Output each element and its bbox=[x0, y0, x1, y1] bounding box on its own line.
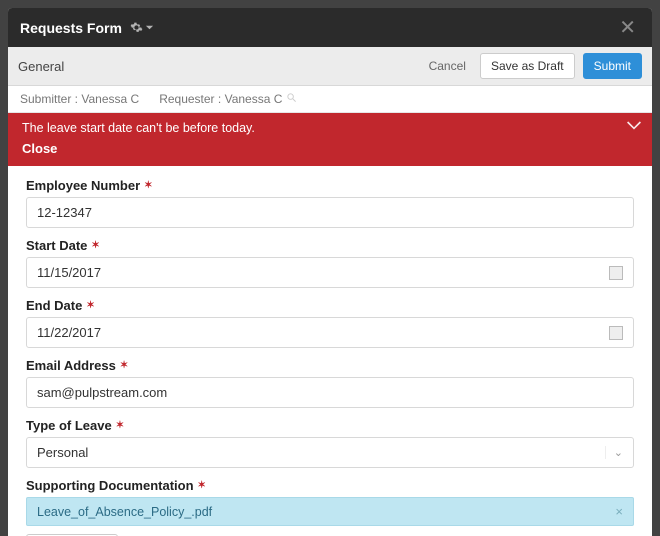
leave-type-label: Type of Leave bbox=[26, 418, 112, 433]
save-draft-button[interactable]: Save as Draft bbox=[480, 53, 575, 79]
close-modal-button[interactable]: ✕ bbox=[615, 15, 640, 40]
modal: Requests Form ✕ General Cancel Save as D… bbox=[8, 8, 652, 536]
submitter-label: Submitter : Vanessa C bbox=[20, 92, 139, 106]
end-date-label: End Date bbox=[26, 298, 82, 313]
required-icon: ✶ bbox=[91, 240, 99, 251]
required-icon: ✶ bbox=[198, 480, 206, 491]
required-icon: ✶ bbox=[120, 360, 128, 371]
requester-label: Requester : Vanessa C bbox=[159, 92, 297, 106]
calendar-icon[interactable] bbox=[609, 266, 623, 280]
end-date-input[interactable]: 11/22/2017 bbox=[26, 317, 634, 348]
meta-bar: Submitter : Vanessa C Requester : Vaness… bbox=[8, 86, 652, 113]
window-title: Requests Form bbox=[20, 20, 122, 36]
action-toolbar: General Cancel Save as Draft Submit bbox=[8, 47, 652, 86]
file-chip[interactable]: Leave_of_Absence_Policy_.pdf × bbox=[26, 497, 634, 526]
required-icon: ✶ bbox=[144, 180, 152, 191]
field-leave-type: Type of Leave ✶ Personal ⌄ bbox=[26, 418, 634, 468]
field-end-date: End Date ✶ 11/22/2017 bbox=[26, 298, 634, 348]
employee-number-input[interactable]: 12-12347 bbox=[26, 197, 634, 228]
email-input[interactable]: sam@pulpstream.com bbox=[26, 377, 634, 408]
employee-number-label: Employee Number bbox=[26, 178, 140, 193]
chevron-down-icon bbox=[145, 23, 154, 32]
gear-icon bbox=[130, 21, 143, 34]
settings-dropdown[interactable] bbox=[130, 21, 154, 34]
start-date-input[interactable]: 11/15/2017 bbox=[26, 257, 634, 288]
start-date-label: Start Date bbox=[26, 238, 87, 253]
supporting-docs-label: Supporting Documentation bbox=[26, 478, 194, 493]
calendar-icon[interactable] bbox=[609, 326, 623, 340]
tab-general[interactable]: General bbox=[18, 59, 64, 74]
leave-type-select[interactable]: Personal ⌄ bbox=[26, 437, 634, 468]
chevron-down-icon: ⌄ bbox=[605, 446, 623, 459]
field-email: Email Address ✶ sam@pulpstream.com bbox=[26, 358, 634, 408]
remove-file-icon[interactable]: × bbox=[615, 504, 623, 519]
email-label: Email Address bbox=[26, 358, 116, 373]
file-name: Leave_of_Absence_Policy_.pdf bbox=[37, 505, 615, 519]
field-start-date: Start Date ✶ 11/15/2017 bbox=[26, 238, 634, 288]
alert-message: The leave start date can't be before tod… bbox=[22, 121, 638, 135]
form-body: Employee Number ✶ 12-12347 Start Date ✶ … bbox=[8, 166, 652, 536]
search-icon[interactable] bbox=[286, 92, 297, 106]
alert-close-link[interactable]: Close bbox=[22, 141, 638, 156]
field-employee-number: Employee Number ✶ 12-12347 bbox=[26, 178, 634, 228]
submit-button[interactable]: Submit bbox=[583, 53, 642, 79]
field-supporting-docs: Supporting Documentation ✶ Leave_of_Abse… bbox=[26, 478, 634, 536]
error-alert: The leave start date can't be before tod… bbox=[8, 113, 652, 166]
cancel-button[interactable]: Cancel bbox=[423, 54, 472, 78]
required-icon: ✶ bbox=[116, 420, 124, 431]
titlebar: Requests Form ✕ bbox=[8, 8, 652, 47]
required-icon: ✶ bbox=[86, 300, 94, 311]
alert-close-icon[interactable] bbox=[626, 119, 642, 135]
